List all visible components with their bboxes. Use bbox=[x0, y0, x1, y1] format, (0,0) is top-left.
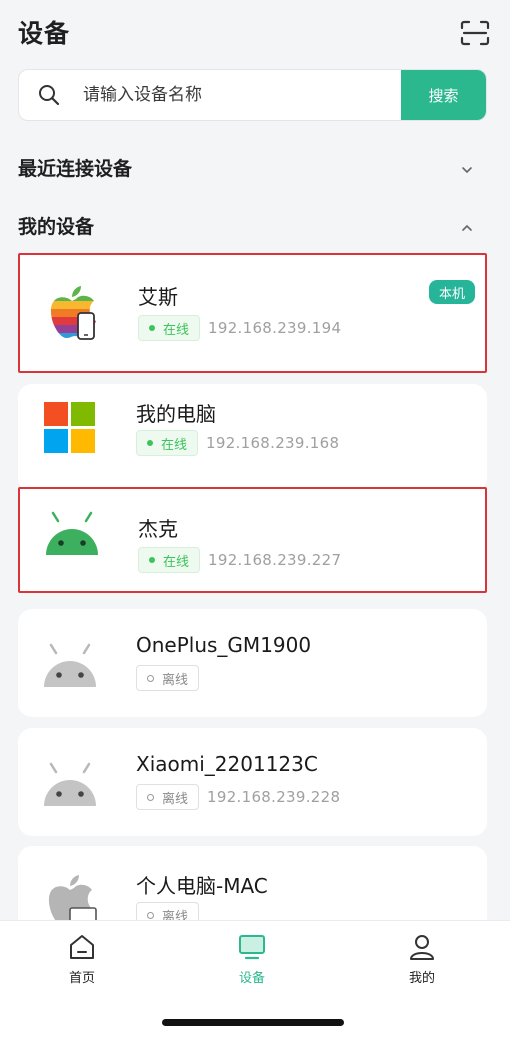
local-device-badge: 本机 bbox=[428, 280, 475, 304]
status-row: 在线 192.168.239.168 bbox=[136, 430, 339, 456]
status-badge: 在线 bbox=[138, 315, 201, 341]
device-card[interactable]: OnePlus_GM1900 离线 bbox=[18, 609, 487, 717]
status-row: 在线 192.168.239.194 bbox=[138, 315, 341, 341]
status-text: 离线 bbox=[162, 791, 189, 807]
device-name: 个人电脑-MAC bbox=[136, 874, 268, 898]
android-gray-icon bbox=[40, 762, 100, 820]
android-gray-icon bbox=[40, 643, 100, 701]
ip-address: 192.168.239.228 bbox=[207, 788, 341, 806]
tab-home[interactable]: 首页 bbox=[32, 933, 132, 993]
status-dot bbox=[147, 911, 154, 919]
device-card[interactable]: Xiaomi_2201123C 离线 192.168.239.228 bbox=[18, 728, 487, 836]
tab-label: 我的 bbox=[408, 971, 435, 986]
device-name: 艾斯 bbox=[138, 285, 178, 309]
status-row: 在线 192.168.239.227 bbox=[138, 547, 341, 573]
status-dot bbox=[147, 793, 154, 801]
status-badge: 离线 bbox=[136, 665, 200, 691]
device-card[interactable]: 艾斯 在线 192.168.239.194 本机 bbox=[18, 253, 487, 373]
search-bar: 搜索 bbox=[18, 69, 487, 121]
windows-icon bbox=[42, 400, 102, 458]
android-green-icon bbox=[42, 511, 102, 569]
status-badge: 在线 bbox=[138, 547, 201, 573]
ip-address: 192.168.239.227 bbox=[208, 551, 342, 569]
search-icon bbox=[37, 83, 61, 107]
apple-phone-icon bbox=[42, 283, 102, 341]
status-row: 离线 192.168.239.228 bbox=[136, 784, 340, 810]
device-card[interactable]: 杰克 在线 192.168.239.227 bbox=[18, 487, 487, 593]
section-title-mine: 我的设备 bbox=[18, 216, 95, 238]
status-dot bbox=[149, 325, 155, 331]
recent-devices-header[interactable]: 最近连接设备 bbox=[18, 152, 492, 182]
device-name: 我的电脑 bbox=[136, 402, 216, 426]
status-dot bbox=[149, 557, 155, 563]
status-text: 在线 bbox=[161, 437, 188, 453]
ip-address: 192.168.239.168 bbox=[206, 434, 340, 452]
chevron-down-icon bbox=[460, 160, 474, 174]
device-name: 杰克 bbox=[138, 517, 178, 541]
search-button[interactable]: 搜索 bbox=[401, 70, 486, 120]
ip-address: 192.168.239.194 bbox=[208, 319, 342, 337]
device-name: OnePlus_GM1900 bbox=[136, 633, 312, 657]
status-text: 离线 bbox=[162, 672, 189, 688]
tab-devices[interactable]: 设备 bbox=[202, 933, 302, 993]
status-row: 离线 bbox=[136, 665, 200, 691]
tab-profile[interactable]: 我的 bbox=[372, 933, 472, 993]
status-dot bbox=[147, 440, 153, 446]
device-name: Xiaomi_2201123C bbox=[136, 752, 318, 776]
search-input[interactable] bbox=[83, 70, 393, 120]
page-title: 设备 bbox=[18, 19, 71, 48]
header: 设备 bbox=[0, 0, 510, 64]
status-text: 在线 bbox=[163, 554, 190, 570]
status-text: 在线 bbox=[163, 322, 190, 338]
tab-label: 设备 bbox=[238, 971, 265, 986]
home-indicator bbox=[162, 1019, 344, 1026]
scan-icon[interactable] bbox=[460, 20, 490, 46]
device-card[interactable]: 我的电脑 在线 192.168.239.168 bbox=[18, 384, 487, 492]
status-badge: 离线 bbox=[136, 784, 200, 810]
user-icon bbox=[407, 933, 437, 961]
status-dot bbox=[147, 674, 154, 682]
my-devices-header[interactable]: 我的设备 bbox=[18, 210, 492, 240]
status-badge: 在线 bbox=[136, 430, 199, 456]
tab-label: 首页 bbox=[68, 971, 95, 986]
monitor-icon bbox=[237, 933, 267, 961]
chevron-up-icon bbox=[460, 218, 474, 231]
home-icon bbox=[67, 933, 97, 961]
section-title-recent: 最近连接设备 bbox=[18, 158, 133, 180]
